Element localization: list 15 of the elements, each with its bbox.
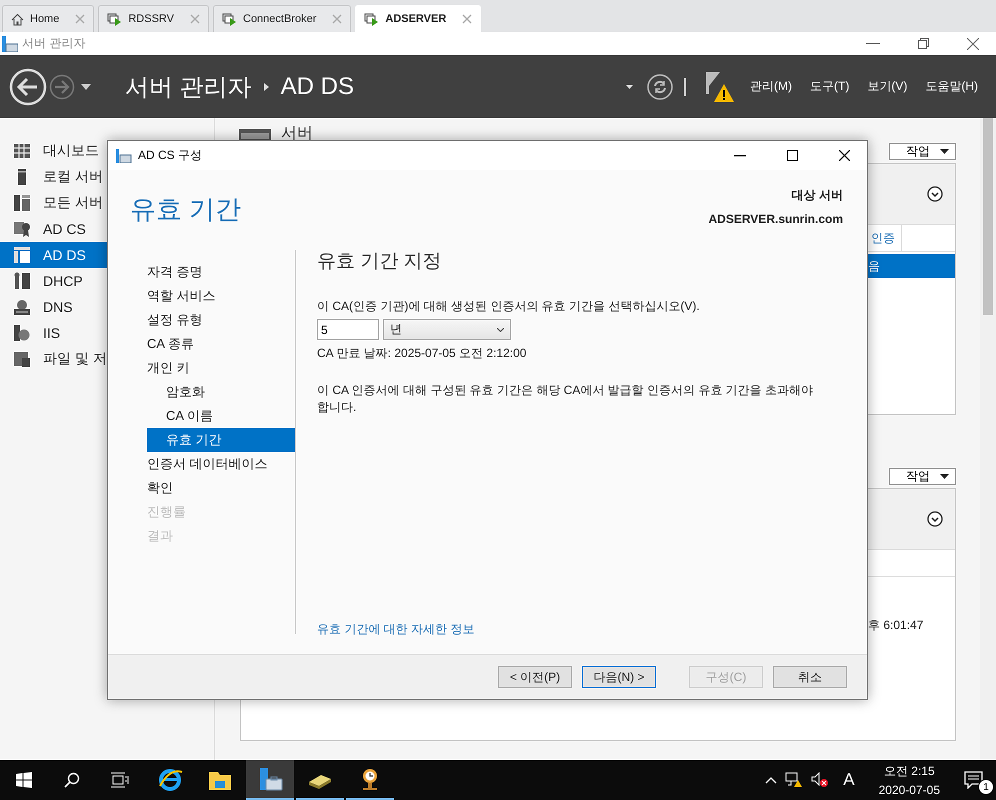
expiry-text: CA 만료 날짜: 2025-07-05 오전 2:12:00 — [317, 345, 528, 362]
prompt-text: 이 CA(인증 기관)에 대해 생성된 인증서의 유효 기간을 선택하십시오(V). — [317, 298, 701, 315]
dialog-title: AD CS 구성 — [138, 147, 202, 164]
section-heading: 서버 — [281, 124, 313, 144]
breadcrumb-item: 서버 관리자 — [125, 72, 252, 102]
nav-item: 결과 — [147, 527, 174, 545]
nav-item: 진행률 — [147, 503, 187, 521]
window-title: 서버 관리자 — [22, 35, 86, 52]
page-title: 유효 기간 — [130, 193, 242, 226]
notification-count: 1 — [978, 779, 994, 795]
breadcrumb-item: AD DS — [280, 72, 354, 100]
note-text: 이 CA 인증서에 대해 구성된 유효 기간은 해당 CA에서 발급할 인증서의 유효 기간을 초과해야 합니다. — [317, 382, 814, 416]
target-label: 대상 서버 — [792, 187, 843, 204]
target-server: ADSERVER.sunrin.com — [708, 212, 843, 226]
section-title: 유효 기간 지정 — [317, 250, 443, 274]
